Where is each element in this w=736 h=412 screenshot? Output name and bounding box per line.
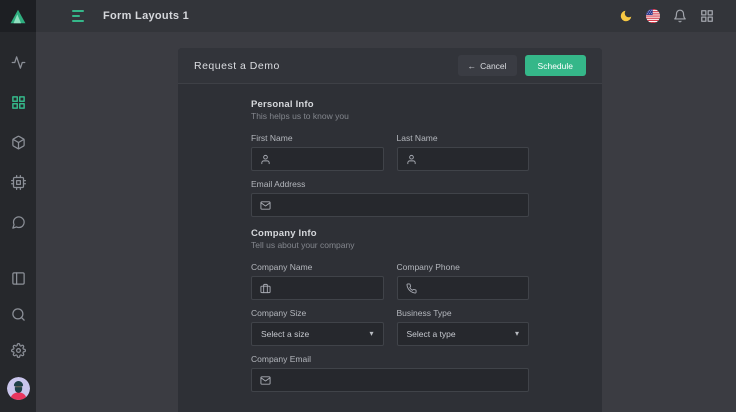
sidebar-item-components[interactable] bbox=[0, 122, 36, 162]
first-name-field: First Name bbox=[251, 134, 384, 171]
last-name-label: Last Name bbox=[397, 134, 530, 143]
briefcase-icon bbox=[260, 283, 271, 294]
card-title: Request a Demo bbox=[194, 60, 280, 72]
triangle-logo-icon bbox=[9, 8, 27, 25]
sidebar-item-search[interactable] bbox=[0, 296, 36, 332]
sidebar-item-dashboard[interactable] bbox=[0, 82, 36, 122]
schedule-button-label: Schedule bbox=[538, 61, 573, 71]
sidebar-item-chat[interactable] bbox=[0, 202, 36, 242]
company-name-label: Company Name bbox=[251, 263, 384, 272]
sidebar-item-layout[interactable] bbox=[0, 260, 36, 296]
phone-icon bbox=[406, 283, 417, 294]
company-email-field: Company Email bbox=[251, 355, 529, 392]
app-logo[interactable] bbox=[0, 0, 36, 32]
request-demo-card: Request a Demo ← Cancel Schedule Persona… bbox=[178, 48, 602, 412]
company-name-field: Company Name bbox=[251, 263, 384, 300]
section-title: Company Info bbox=[251, 228, 529, 240]
user-icon bbox=[406, 154, 417, 165]
company-size-select[interactable]: Select a size ▾ bbox=[251, 322, 384, 346]
cancel-button-label: Cancel bbox=[480, 61, 506, 71]
dashboard-grid-icon bbox=[11, 95, 26, 110]
sidebar-item-activity[interactable] bbox=[0, 42, 36, 82]
company-size-field: Company Size Select a size ▾ bbox=[251, 309, 384, 346]
mail-icon bbox=[260, 200, 271, 211]
chat-icon bbox=[11, 215, 26, 230]
user-avatar[interactable] bbox=[0, 368, 36, 408]
cancel-button[interactable]: ← Cancel bbox=[458, 55, 517, 76]
company-email-input[interactable] bbox=[277, 375, 520, 385]
bell-icon bbox=[673, 9, 687, 23]
search-icon bbox=[11, 307, 26, 322]
last-name-field: Last Name bbox=[397, 134, 530, 171]
card-body: Personal Info This helps us to know you … bbox=[178, 84, 602, 392]
sidebar-item-system[interactable] bbox=[0, 162, 36, 202]
main-content: Request a Demo ← Cancel Schedule Persona… bbox=[36, 32, 736, 412]
box-icon bbox=[11, 135, 26, 150]
section-company-info: Company Info Tell us about your company bbox=[251, 228, 529, 251]
demo-request-form: Personal Info This helps us to know you … bbox=[251, 99, 529, 392]
business-type-label: Business Type bbox=[397, 309, 530, 318]
business-type-field: Business Type Select a type ▾ bbox=[397, 309, 530, 346]
first-name-input[interactable] bbox=[277, 154, 375, 164]
notifications-button[interactable] bbox=[673, 9, 687, 23]
apps-menu-button[interactable] bbox=[700, 9, 714, 23]
schedule-button[interactable]: Schedule bbox=[525, 55, 586, 76]
layout-icon bbox=[11, 271, 26, 286]
us-flag-icon bbox=[646, 9, 660, 23]
section-subtitle: Tell us about your company bbox=[251, 240, 529, 251]
email-field: Email Address bbox=[251, 180, 529, 217]
settings-gear-icon bbox=[11, 343, 26, 358]
business-type-selected-value: Select a type bbox=[407, 329, 456, 339]
section-subtitle: This helps us to know you bbox=[251, 111, 529, 122]
email-input[interactable] bbox=[277, 200, 520, 210]
arrow-left-icon: ← bbox=[468, 61, 477, 71]
dark-mode-toggle[interactable] bbox=[619, 9, 633, 23]
card-header: Request a Demo ← Cancel Schedule bbox=[178, 48, 602, 84]
first-name-label: First Name bbox=[251, 134, 384, 143]
user-avatar-image bbox=[7, 377, 30, 400]
section-personal-info: Personal Info This helps us to know you bbox=[251, 99, 529, 122]
mail-icon bbox=[260, 375, 271, 386]
last-name-input[interactable] bbox=[423, 154, 521, 164]
company-phone-input[interactable] bbox=[423, 283, 521, 293]
cpu-icon bbox=[11, 175, 26, 190]
apps-grid-icon bbox=[700, 9, 714, 23]
company-phone-label: Company Phone bbox=[397, 263, 530, 272]
topbar: Form Layouts 1 bbox=[36, 0, 736, 32]
company-phone-field: Company Phone bbox=[397, 263, 530, 300]
chevron-down-icon: ▾ bbox=[515, 330, 519, 338]
sidebar bbox=[0, 0, 36, 412]
company-email-label: Company Email bbox=[251, 355, 529, 364]
company-size-label: Company Size bbox=[251, 309, 384, 318]
activity-icon bbox=[11, 55, 26, 70]
business-type-select[interactable]: Select a type ▾ bbox=[397, 322, 530, 346]
moon-icon bbox=[619, 9, 633, 23]
company-name-input[interactable] bbox=[277, 283, 375, 293]
chevron-down-icon: ▾ bbox=[369, 330, 373, 338]
sidebar-item-settings[interactable] bbox=[0, 332, 36, 368]
user-icon bbox=[260, 154, 271, 165]
company-size-selected-value: Select a size bbox=[261, 329, 309, 339]
language-selector[interactable] bbox=[646, 9, 660, 23]
section-title: Personal Info bbox=[251, 99, 529, 111]
email-label: Email Address bbox=[251, 180, 529, 189]
menu-toggle-icon[interactable] bbox=[72, 10, 84, 22]
page-title: Form Layouts 1 bbox=[103, 10, 189, 22]
